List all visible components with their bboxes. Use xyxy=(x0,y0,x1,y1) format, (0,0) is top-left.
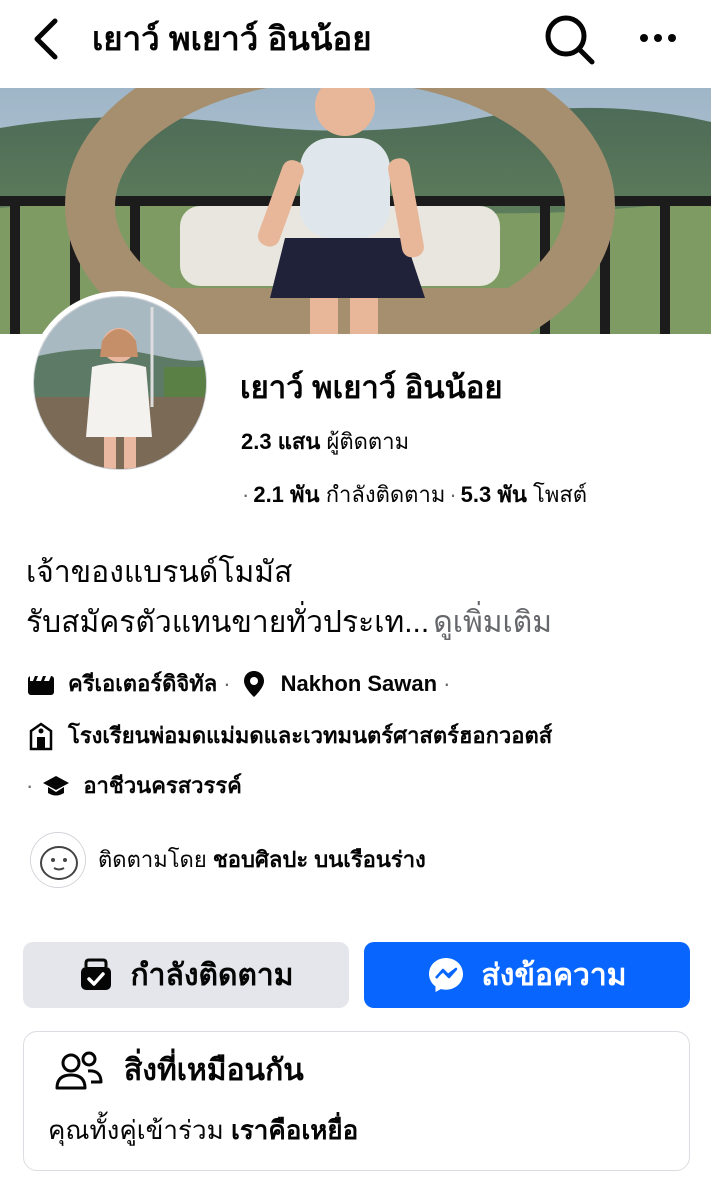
profile-avatar[interactable] xyxy=(28,291,212,475)
avatar-image xyxy=(34,297,206,469)
posts-number: 5.3 พัน xyxy=(460,482,527,507)
back-button[interactable] xyxy=(22,14,70,64)
school-icon xyxy=(26,721,56,751)
bio-line-2: รับสมัครตัวแทนขายทั่วประเท... xyxy=(26,606,430,639)
message-button[interactable]: ส่งข้อความ xyxy=(364,942,690,1008)
in-common-group[interactable]: เราคือเหยื่อ xyxy=(231,1115,358,1145)
followers-count[interactable]: 2.3 แสน ผู้ติดตาม xyxy=(241,426,409,458)
top-bar: เยาว์ พเยาว์ อินน้อย xyxy=(0,0,711,86)
location-text[interactable]: Nakhon Sawan xyxy=(281,668,437,700)
following-label[interactable]: กำลังติดตาม xyxy=(326,482,446,507)
following-number[interactable]: 2.1 พัน xyxy=(253,482,319,507)
details-row-2: โรงเรียนพ่อมดแม่มดและเวทมนตร์ศาสตร์ฮอกวอ… xyxy=(26,720,552,752)
category-text: ครีเอเตอร์ดิจิทัล xyxy=(68,671,218,696)
see-more-link[interactable]: ดูเพิ่มเติม xyxy=(433,606,552,639)
followed-by[interactable]: ติดตามโดย ชอบศิลปะ บนเรือนร่าง xyxy=(30,832,426,888)
following-button[interactable]: กำลังติดตาม xyxy=(23,942,349,1008)
profile-stats: · 2.1 พัน กำลังติดตาม · 5.3 พัน โพสต์ xyxy=(242,482,588,507)
search-icon xyxy=(545,15,595,65)
in-common-prefix: คุณทั้งคู่เข้าร่วม xyxy=(48,1115,224,1145)
details-row-1: ครีเอเตอร์ดิจิทัล · Nakhon Sawan · xyxy=(26,668,458,700)
in-common-title: สิ่งที่เหมือนกัน xyxy=(124,1054,304,1087)
following-button-label: กำลังติดตาม xyxy=(130,958,294,992)
followers-label: ผู้ติดตาม xyxy=(326,429,410,454)
profile-name: เยาว์ พเยาว์ อินน้อย xyxy=(240,370,503,405)
location-pin-icon xyxy=(239,669,269,699)
following-check-icon xyxy=(78,958,114,992)
in-common-detail: คุณทั้งคู่เข้าร่วม เราคือเหยื่อ xyxy=(48,1112,358,1148)
followers-number: 2.3 แสน xyxy=(241,429,321,454)
followed-by-name[interactable]: ชอบศิลปะ บนเรือนร่าง xyxy=(213,847,426,872)
in-common-card[interactable]: สิ่งที่เหมือนกัน คุณทั้งคู่เข้าร่วม เราค… xyxy=(23,1031,690,1171)
school-text[interactable]: โรงเรียนพ่อมดแม่มดและเวทมนตร์ศาสตร์ฮอกวอ… xyxy=(68,720,552,752)
mutual-follower-avatar[interactable] xyxy=(30,832,86,888)
posts-label: โพสต์ xyxy=(533,482,588,507)
messenger-icon xyxy=(427,956,465,994)
people-icon xyxy=(54,1050,104,1092)
more-options-button[interactable] xyxy=(630,14,686,62)
page-title: เยาว์ พเยาว์ อินน้อย xyxy=(92,20,372,57)
chevron-left-icon xyxy=(34,18,58,60)
message-button-label: ส่งข้อความ xyxy=(481,958,627,992)
details-row-3: · อาชีวนครสวรรค์ xyxy=(26,770,242,802)
graduation-cap-icon xyxy=(41,771,71,801)
bio-line-1: เจ้าของแบรนด์โมมัส xyxy=(26,556,293,589)
more-horizontal-icon xyxy=(640,34,648,42)
search-button[interactable] xyxy=(540,12,600,68)
clapperboard-icon xyxy=(26,669,56,699)
in-common-header: สิ่งที่เหมือนกัน xyxy=(54,1050,304,1092)
college-text[interactable]: อาชีวนครสวรรค์ xyxy=(83,770,242,802)
profile-bio: เจ้าของแบรนด์โมมัส รับสมัครตัวแทนขายทั่ว… xyxy=(26,548,552,648)
followed-by-prefix: ติดตามโดย xyxy=(98,847,207,872)
